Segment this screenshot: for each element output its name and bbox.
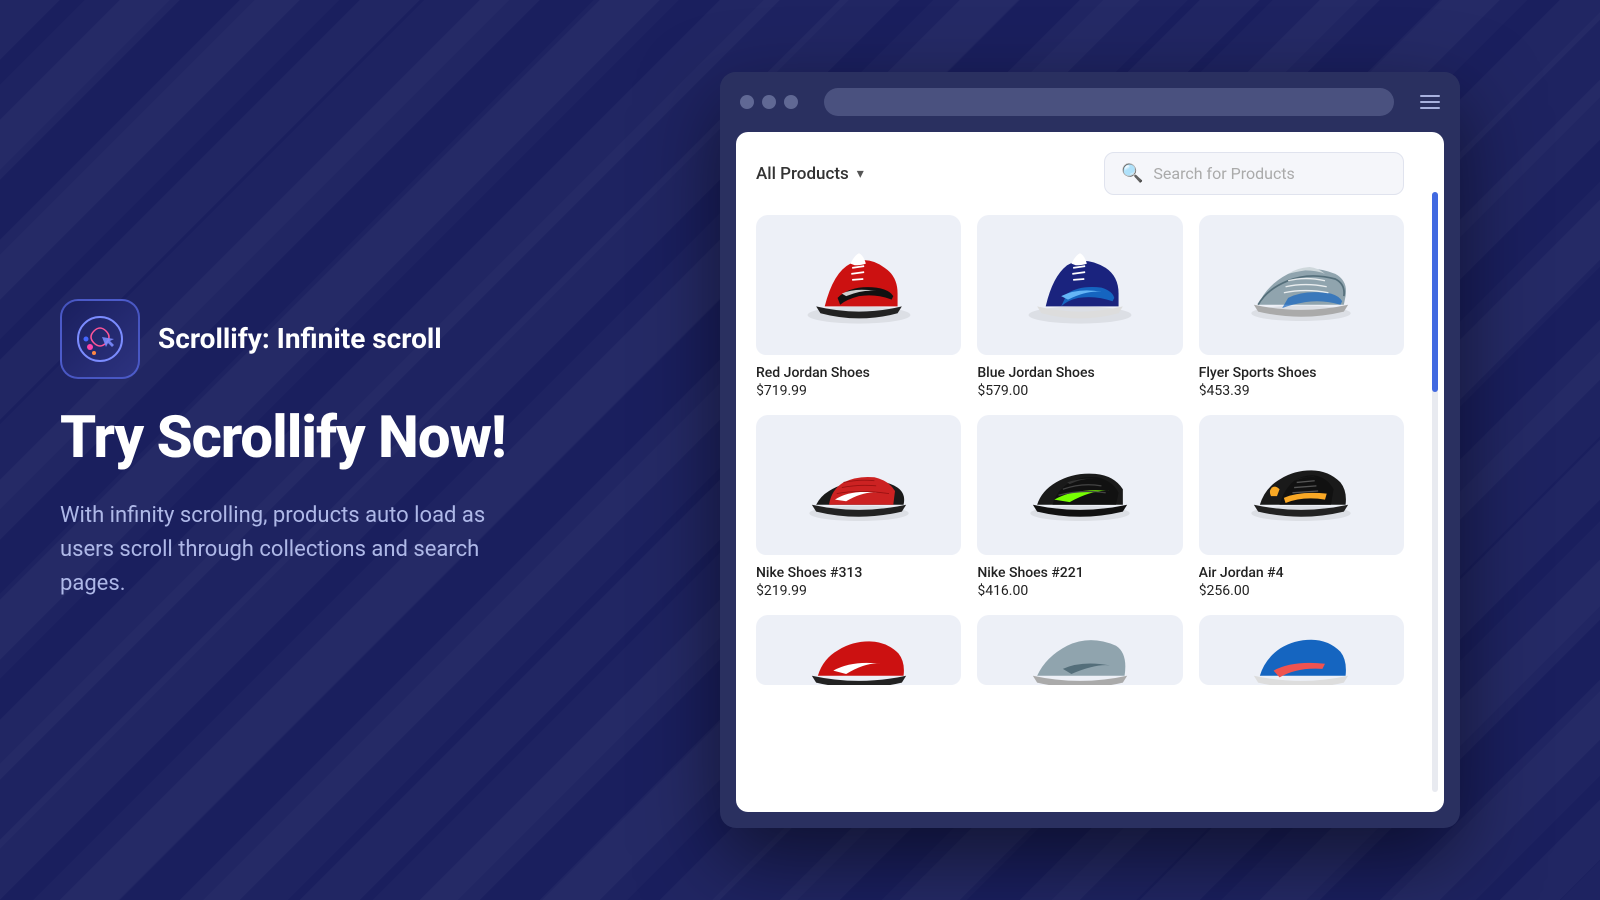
product-name: Blue Jordan Shoes (977, 365, 1182, 381)
product-image-container-partial (1199, 615, 1404, 685)
product-name: Red Jordan Shoes (756, 365, 961, 381)
product-card[interactable]: Nike Shoes #313 $219.99 (756, 415, 961, 599)
browser-dot-minimize (762, 95, 776, 109)
browser-dot-maximize (784, 95, 798, 109)
product-price: $219.99 (756, 583, 961, 599)
product-price: $579.00 (977, 383, 1182, 399)
product-image-container-partial (977, 615, 1182, 685)
product-name: Flyer Sports Shoes (1199, 365, 1404, 381)
product-price: $256.00 (1199, 583, 1404, 599)
product-name: Air Jordan #4 (1199, 565, 1404, 581)
product-card-partial[interactable] (977, 615, 1182, 695)
right-panel: All Products ▾ 🔍 Search for Products (640, 72, 1540, 828)
browser-dot-close (740, 95, 754, 109)
product-name: Nike Shoes #313 (756, 565, 961, 581)
product-grid-partial (756, 615, 1424, 695)
product-price: $453.39 (1199, 383, 1404, 399)
search-icon: 🔍 (1121, 163, 1143, 184)
search-bar[interactable]: 🔍 Search for Products (1104, 152, 1404, 195)
product-card[interactable]: Air Jordan #4 $256.00 (1199, 415, 1404, 599)
product-card-partial[interactable] (1199, 615, 1404, 695)
product-image-container-partial (756, 615, 961, 685)
dropdown-arrow-icon: ▾ (857, 166, 864, 182)
product-card[interactable]: Flyer Sports Shoes $453.39 (1199, 215, 1404, 399)
product-card[interactable]: Nike Shoes #221 $416.00 (977, 415, 1182, 599)
product-card-partial[interactable] (756, 615, 961, 695)
left-panel: Scrollify: Infinite scroll Try Scrollify… (60, 299, 580, 601)
app-header: Scrollify: Infinite scroll (60, 299, 580, 379)
hero-description: With infinity scrolling, products auto l… (60, 499, 520, 601)
product-image-container (977, 415, 1182, 555)
browser-titlebar (720, 72, 1460, 132)
product-image-container (756, 415, 961, 555)
scrollbar-thumb[interactable] (1432, 192, 1438, 392)
product-grid: Red Jordan Shoes $719.99 (756, 215, 1424, 599)
browser-url-bar (824, 88, 1394, 116)
filter-label: All Products (756, 164, 849, 184)
product-card[interactable]: Red Jordan Shoes $719.99 (756, 215, 961, 399)
product-price: $719.99 (756, 383, 961, 399)
browser-window: All Products ▾ 🔍 Search for Products (720, 72, 1460, 828)
app-logo (60, 299, 140, 379)
product-image-container (1199, 215, 1404, 355)
hero-heading: Try Scrollify Now! (60, 407, 580, 471)
product-toolbar: All Products ▾ 🔍 Search for Products (756, 152, 1424, 195)
scrollbar-track[interactable] (1432, 192, 1438, 792)
filter-dropdown[interactable]: All Products ▾ (756, 164, 864, 184)
browser-content: All Products ▾ 🔍 Search for Products (736, 132, 1444, 812)
search-placeholder: Search for Products (1153, 164, 1294, 183)
product-name: Nike Shoes #221 (977, 565, 1182, 581)
product-image-container (756, 215, 961, 355)
product-card[interactable]: Blue Jordan Shoes $579.00 (977, 215, 1182, 399)
product-image-container (977, 215, 1182, 355)
hamburger-menu-icon[interactable] (1420, 95, 1440, 109)
app-title: Scrollify: Infinite scroll (158, 322, 442, 355)
browser-dots (740, 95, 798, 109)
product-image-container (1199, 415, 1404, 555)
product-price: $416.00 (977, 583, 1182, 599)
